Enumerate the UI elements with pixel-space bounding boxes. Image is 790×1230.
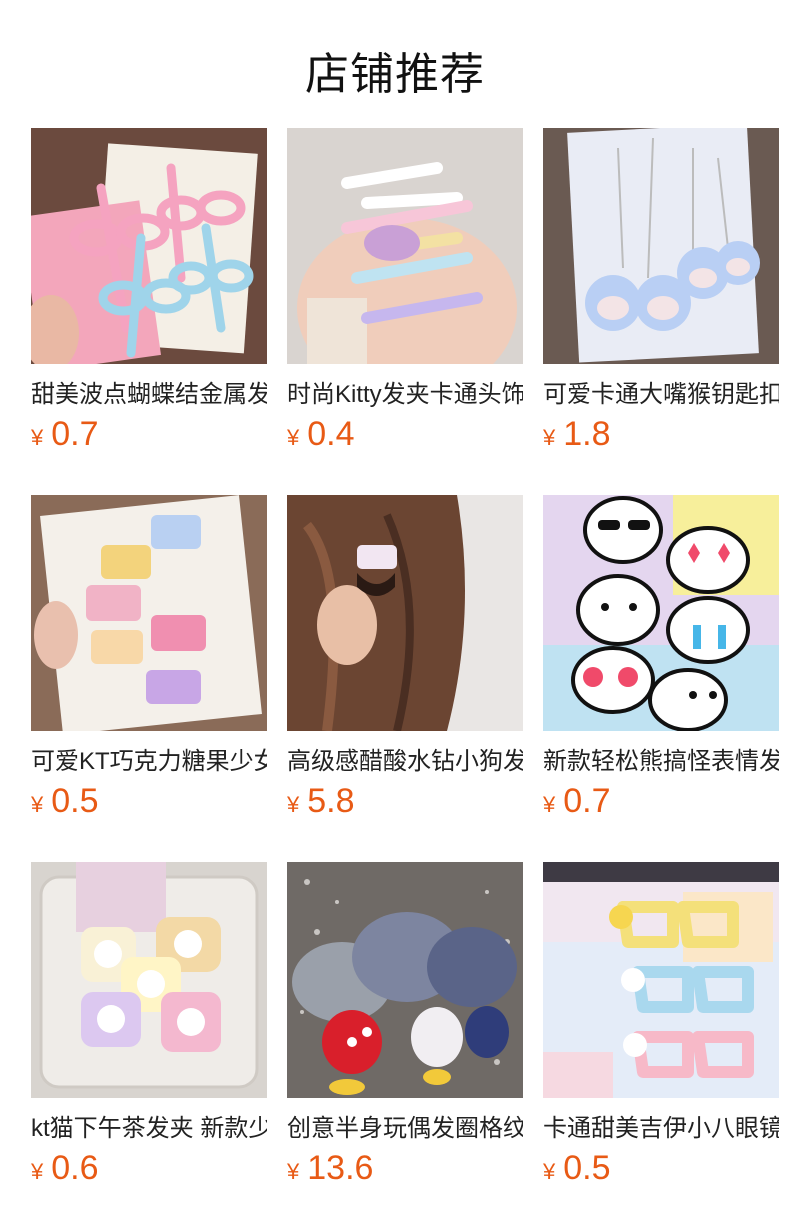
product-card[interactable]: 创意半身玩偶发圈格纹大肠 ¥13.6: [287, 862, 523, 1192]
product-image-monkey-keychains[interactable]: [543, 128, 779, 364]
product-name[interactable]: 甜美波点蝴蝶结金属发夹: [31, 378, 267, 412]
product-name[interactable]: 新款轻松熊搞怪表情发夹: [543, 745, 779, 779]
product-card[interactable]: 可爱卡通大嘴猴钥匙扣挂件 ¥1.8: [543, 128, 779, 458]
price-value: 0.5: [51, 782, 99, 820]
product-card[interactable]: kt猫下午茶发夹 新款少女 ¥0.6: [31, 862, 267, 1192]
price-value: 13.6: [307, 1149, 374, 1187]
product-card[interactable]: 时尚Kitty发夹卡通头饰 ¥0.4: [287, 128, 523, 458]
currency-symbol: ¥: [31, 1159, 44, 1184]
product-image-bear-clips[interactable]: [543, 495, 779, 731]
price-value: 0.6: [51, 1149, 99, 1187]
currency-symbol: ¥: [287, 425, 300, 450]
price-value: 0.7: [563, 782, 611, 820]
product-image-glasses-clips[interactable]: [543, 862, 779, 1098]
product-image-bow-clips[interactable]: [31, 128, 267, 364]
product-card[interactable]: 高级感醋酸水钻小狗发夹 ¥5.8: [287, 495, 523, 825]
product-image-scrunchies[interactable]: [287, 862, 523, 1098]
product-price: ¥0.4: [287, 415, 355, 458]
page-title: 店铺推荐: [305, 50, 485, 99]
currency-symbol: ¥: [543, 425, 556, 450]
product-name[interactable]: 卡通甜美吉伊小八眼镜发夹: [543, 1112, 779, 1146]
product-name[interactable]: 时尚Kitty发夹卡通头饰: [287, 378, 523, 412]
product-card[interactable]: 甜美波点蝴蝶结金属发夹 ¥0.7: [31, 128, 267, 458]
price-value: 5.8: [307, 782, 355, 820]
currency-symbol: ¥: [287, 1159, 300, 1184]
price-value: 0.5: [563, 1149, 611, 1187]
currency-symbol: ¥: [543, 1159, 556, 1184]
product-name[interactable]: kt猫下午茶发夹 新款少女: [31, 1112, 267, 1146]
product-card[interactable]: 卡通甜美吉伊小八眼镜发夹 ¥0.5: [543, 862, 779, 1192]
product-image-candy-clips[interactable]: [31, 495, 267, 731]
product-image-tea-clips[interactable]: [31, 862, 267, 1098]
product-card[interactable]: 新款轻松熊搞怪表情发夹 ¥0.7: [543, 495, 779, 825]
product-price: ¥5.8: [287, 782, 355, 825]
currency-symbol: ¥: [31, 425, 44, 450]
product-image-dog-clip[interactable]: [287, 495, 523, 731]
price-value: 0.4: [307, 415, 355, 453]
currency-symbol: ¥: [543, 792, 556, 817]
price-value: 0.7: [51, 415, 99, 453]
product-name[interactable]: 可爱KT巧克力糖果少女发夹: [31, 745, 267, 779]
product-price: ¥0.6: [31, 1149, 99, 1192]
product-name[interactable]: 高级感醋酸水钻小狗发夹: [287, 745, 523, 779]
product-card[interactable]: 可爱KT巧克力糖果少女发夹 ¥0.5: [31, 495, 267, 825]
product-image-kitty-clips[interactable]: [287, 128, 523, 364]
product-price: ¥0.7: [543, 782, 611, 825]
product-price: ¥1.8: [543, 415, 611, 458]
product-name[interactable]: 创意半身玩偶发圈格纹大肠: [287, 1112, 523, 1146]
currency-symbol: ¥: [287, 792, 300, 817]
product-price: ¥0.5: [543, 1149, 611, 1192]
product-name[interactable]: 可爱卡通大嘴猴钥匙扣挂件: [543, 378, 779, 412]
product-price: ¥0.5: [31, 782, 99, 825]
currency-symbol: ¥: [31, 792, 44, 817]
product-price: ¥0.7: [31, 415, 99, 458]
product-price: ¥13.6: [287, 1149, 373, 1192]
price-value: 1.8: [563, 415, 611, 453]
